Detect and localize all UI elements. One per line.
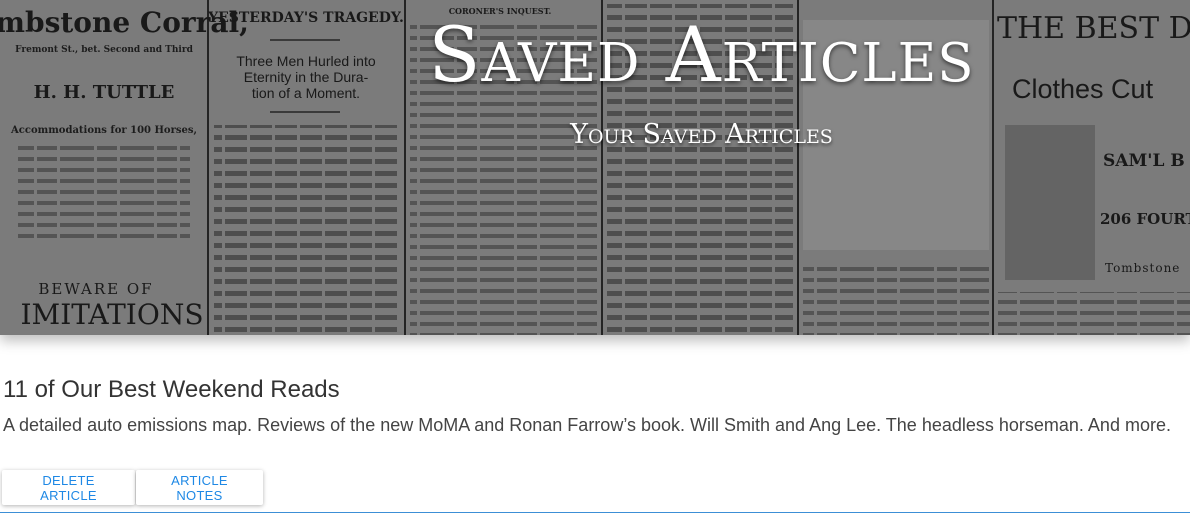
- article-notes-button[interactable]: Article Notes: [136, 470, 263, 505]
- article-title: 11 of Our Best Weekend Reads: [3, 376, 340, 403]
- hero-banner: Tombstone Corral, Fremont St., bet. Seco…: [0, 0, 1190, 335]
- page-title: Saved Articles: [428, 10, 975, 99]
- delete-article-button[interactable]: Delete Article: [2, 470, 135, 505]
- article-summary: A detailed auto emissions map. Reviews o…: [3, 415, 1171, 435]
- page-subtitle: Your Saved Articles: [570, 119, 833, 150]
